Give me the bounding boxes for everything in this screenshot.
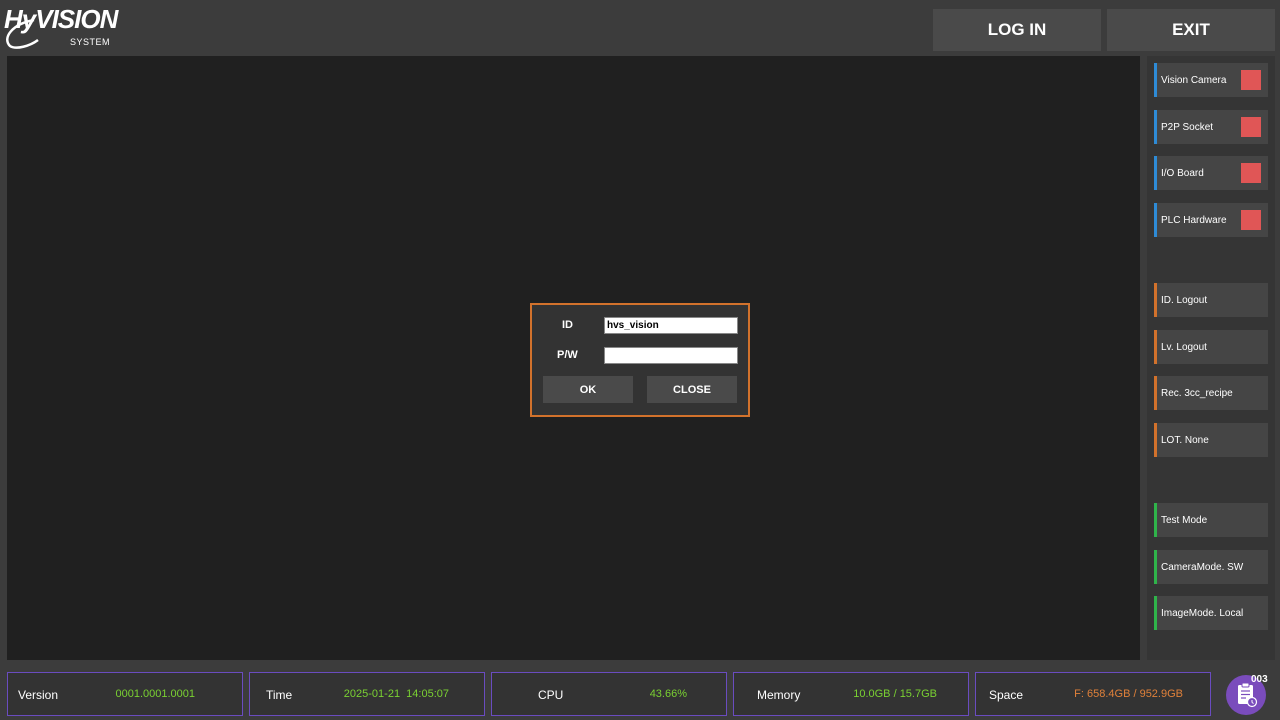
sidebar-item-image-mode[interactable]: ImageMode. Local [1154, 596, 1268, 630]
sidebar-item-label: I/O Board [1161, 167, 1204, 179]
sidebar-item-lot[interactable]: LOT. None [1154, 423, 1268, 457]
sidebar-item-label: ID. Logout [1161, 294, 1208, 306]
io-board-status-indicator [1241, 163, 1261, 183]
sidebar-item-label: Lv. Logout [1161, 341, 1207, 353]
cpu-panel: CPU 43.66% [491, 672, 727, 716]
status-sidebar: Vision Camera P2P Socket I/O Board PLC H… [1147, 56, 1275, 660]
memory-label: Memory [757, 688, 801, 702]
sidebar-item-label: Test Mode [1161, 514, 1208, 526]
sidebar-item-label: P2P Socket [1161, 121, 1214, 133]
version-label: Version [18, 688, 59, 702]
time-panel: Time 2025-01-21 14:05:07 [249, 672, 485, 716]
close-button[interactable]: CLOSE [647, 376, 737, 403]
login-button[interactable]: LOG IN [933, 9, 1101, 51]
logo-subtitle: SYSTEM [70, 37, 111, 47]
sidebar-item-label: LOT. None [1161, 434, 1209, 446]
sidebar-item-label: Rec. 3cc_recipe [1161, 387, 1233, 399]
notification-count-badge: 003 [1251, 674, 1268, 685]
time-label: Time [266, 688, 293, 702]
space-label: Space [989, 688, 1024, 702]
plc-hardware-status-indicator [1241, 210, 1261, 230]
sidebar-item-plc-hardware[interactable]: PLC Hardware [1154, 203, 1268, 237]
sidebar-item-camera-mode[interactable]: CameraMode. SW [1154, 550, 1268, 584]
sidebar-item-vision-camera[interactable]: Vision Camera [1154, 63, 1268, 97]
sidebar-item-test-mode[interactable]: Test Mode [1154, 503, 1268, 537]
sidebar-item-recipe[interactable]: Rec. 3cc_recipe [1154, 376, 1268, 410]
p2p-socket-status-indicator [1241, 117, 1261, 137]
cpu-value: 43.66% [649, 688, 687, 700]
sidebar-item-id[interactable]: ID. Logout [1154, 283, 1268, 317]
sidebar-item-label: CameraMode. SW [1161, 561, 1244, 573]
sidebar-item-io-board[interactable]: I/O Board [1154, 156, 1268, 190]
password-input[interactable] [604, 347, 738, 364]
login-dialog: ID P/W OK CLOSE [530, 303, 750, 417]
sidebar-item-label: Vision Camera [1161, 74, 1227, 86]
id-label: ID [562, 319, 573, 331]
cpu-label: CPU [538, 688, 564, 702]
memory-panel: Memory 10.0GB / 15.7GB [733, 672, 969, 716]
space-panel: Space F: 658.4GB / 952.9GB [975, 672, 1211, 716]
sidebar-item-level[interactable]: Lv. Logout [1154, 330, 1268, 364]
hyvision-logo: HyVISION SYSTEM [4, 4, 118, 50]
version-panel: Version 0001.0001.0001 [7, 672, 243, 716]
memory-value: 10.0GB / 15.7GB [853, 688, 937, 700]
exit-button[interactable]: EXIT [1107, 9, 1275, 51]
password-label: P/W [557, 349, 578, 361]
status-bar: Version 0001.0001.0001 Time 2025-01-21 1… [0, 664, 1280, 720]
ok-button[interactable]: OK [543, 376, 633, 403]
logo-wordmark: HyVISION [4, 4, 118, 34]
vision-camera-status-indicator [1241, 70, 1261, 90]
time-value: 2025-01-21 14:05:07 [343, 688, 449, 700]
id-input[interactable] [604, 317, 738, 334]
space-value: F: 658.4GB / 952.9GB [1074, 688, 1183, 700]
version-value: 0001.0001.0001 [115, 688, 195, 700]
sidebar-item-label: PLC Hardware [1161, 214, 1227, 226]
sidebar-item-label: ImageMode. Local [1161, 607, 1244, 619]
header: HyVISION SYSTEM LOG IN EXIT [0, 0, 1280, 56]
sidebar-item-p2p-socket[interactable]: P2P Socket [1154, 110, 1268, 144]
